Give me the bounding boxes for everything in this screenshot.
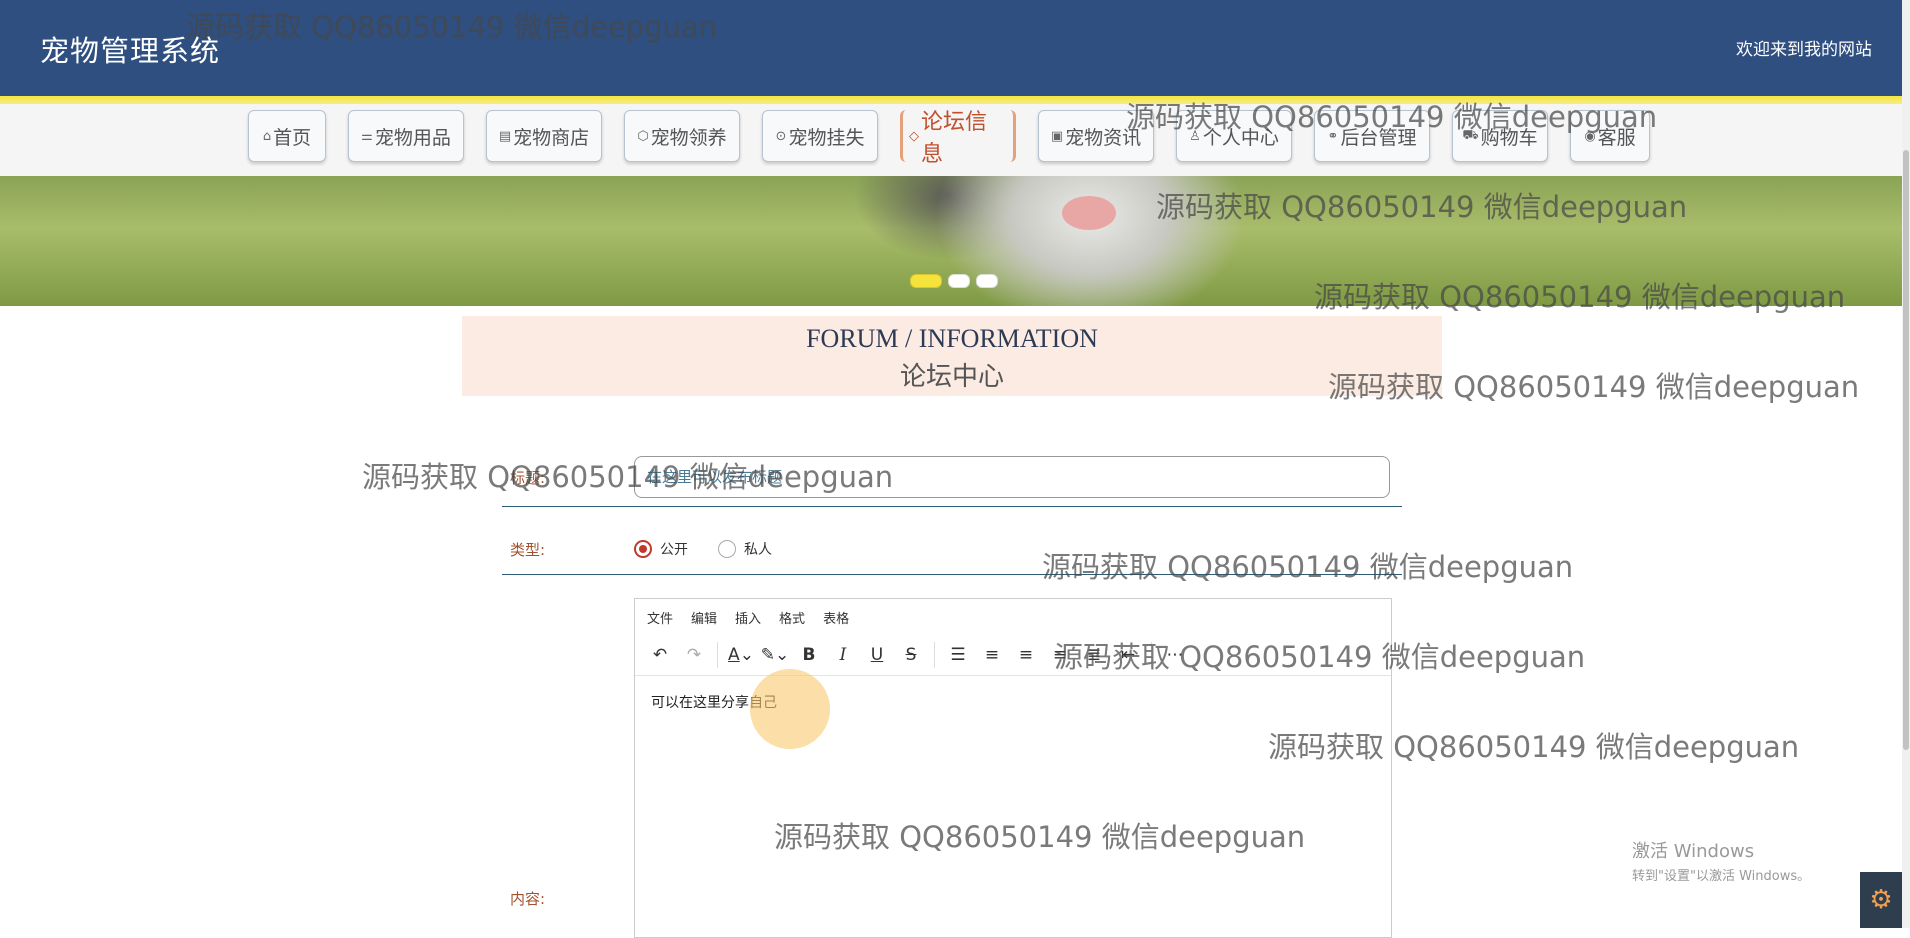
highlight-icon[interactable]: ✎⌄	[758, 645, 792, 665]
type-label: 类型:	[510, 541, 546, 559]
menu-format[interactable]: 格式	[779, 608, 805, 627]
watermark: 源码获取 QQ86050149 微信deepguan	[1268, 730, 1800, 764]
content-label: 内容:	[510, 890, 546, 908]
watermark: 源码获取 QQ86050149 微信deepguan	[1328, 370, 1860, 404]
menu-table[interactable]: 表格	[823, 608, 849, 627]
nav-item-label: 宠物商店	[513, 126, 590, 149]
watermark: 源码获取 QQ86050149 微信deepguan	[362, 460, 894, 494]
redo-icon[interactable]: ↷	[677, 645, 711, 665]
watermark: 源码获取 QQ86050149 微信deepguan	[1042, 550, 1574, 584]
forum-title-en: FORUM / INFORMATION	[806, 324, 1098, 353]
radio-public[interactable]	[634, 540, 652, 558]
menu-edit[interactable]: 编辑	[691, 608, 717, 627]
page-scrollbar[interactable]	[1902, 0, 1910, 928]
nav-item-label: 宠物用品	[374, 126, 451, 149]
forum-title-cn: 论坛中心	[899, 362, 1004, 391]
nav-item-0[interactable]: ⌂ 首页	[248, 110, 326, 162]
radio-private[interactable]	[718, 540, 736, 558]
align-left-icon[interactable]: ≡	[975, 645, 1009, 665]
font-color-icon[interactable]: A⌄	[724, 645, 758, 665]
home-icon: ⌂	[262, 128, 272, 144]
nav-item-label: 宠物挂失	[788, 126, 865, 149]
welcome-text: 欢迎来到我的网站	[1736, 40, 1872, 60]
settings-gear-icon[interactable]: ⚙	[1860, 872, 1902, 928]
mouse-cursor-highlight	[750, 669, 830, 749]
nav-item-5[interactable]: ◇ 论坛信息	[900, 110, 1016, 167]
strikethrough-icon[interactable]: S	[894, 645, 928, 665]
radio-private-label[interactable]: 私人	[744, 539, 772, 559]
editor-content[interactable]: 可以在这里分享自己	[635, 676, 1391, 728]
undo-icon[interactable]: ↶	[643, 645, 677, 665]
editor-menubar: 文件 编辑 插入 格式 表格	[635, 599, 1391, 635]
bold-icon[interactable]: B	[792, 645, 826, 665]
carousel-dots	[910, 274, 998, 288]
nav-item-3[interactable]: ⬡ 宠物领养	[624, 110, 740, 162]
activate-subtitle: 转到"设置"以激活 Windows。	[1632, 869, 1811, 884]
forum-section-header: FORUM / INFORMATION 论坛中心	[462, 316, 1442, 396]
nav-item-4[interactable]: ⊙ 宠物挂失	[762, 110, 878, 162]
carousel-dot[interactable]	[976, 274, 998, 288]
carousel-dot[interactable]	[948, 274, 970, 288]
nav-item-label: 论坛信息	[921, 110, 988, 167]
watermark: 源码获取 QQ86050149 微信deepguan	[1314, 280, 1846, 314]
menu-file[interactable]: 文件	[647, 608, 673, 627]
activate-title: 激活 Windows	[1632, 841, 1755, 862]
nav-item-label: 宠物领养	[650, 126, 727, 149]
nav-item-label: 首页	[273, 126, 312, 149]
tag-icon: ◇	[909, 128, 919, 144]
watermark: 源码获取 QQ86050149 微信deepguan	[774, 820, 1306, 854]
toolbar-divider	[717, 642, 718, 668]
watermark: 源码获取 QQ86050149 微信deepguan	[1126, 100, 1658, 134]
radio-public-label[interactable]: 公开	[660, 539, 688, 559]
store-icon: ▤	[498, 128, 512, 144]
align-center-icon[interactable]: ≡	[1009, 645, 1043, 665]
nav-item-2[interactable]: ▤ 宠物商店	[486, 110, 602, 162]
watermark: 源码获取 QQ86050149 微信deepguan	[186, 10, 718, 44]
box-icon: ⬡	[637, 128, 649, 144]
carousel-dot-active[interactable]	[910, 274, 942, 288]
watermark: 源码获取 QQ86050149 微信deepguan	[1054, 640, 1586, 674]
italic-icon[interactable]: I	[826, 645, 860, 665]
underline-icon[interactable]: U	[860, 645, 894, 665]
sliders-icon: ⚌	[361, 128, 373, 144]
windows-activation-notice: 激活 Windows 转到"设置"以激活 Windows。	[1632, 837, 1810, 884]
watermark: 源码获取 QQ86050149 微信deepguan	[1156, 190, 1688, 224]
menu-insert[interactable]: 插入	[735, 608, 761, 627]
nav-item-1[interactable]: ⚌ 宠物用品	[348, 110, 464, 162]
type-radio-group: 公开 私人	[634, 539, 802, 559]
cat-photo	[1062, 196, 1116, 230]
list-icon[interactable]: ☰	[941, 645, 975, 665]
news-icon: ▣	[1050, 128, 1064, 144]
toolbar-divider	[934, 642, 935, 668]
alert-icon: ⊙	[775, 128, 787, 144]
scrollbar-thumb[interactable]	[1903, 150, 1909, 750]
